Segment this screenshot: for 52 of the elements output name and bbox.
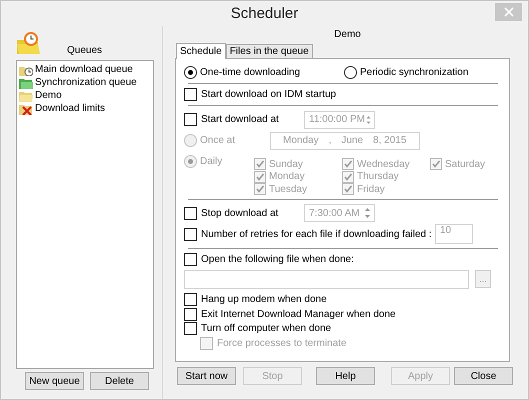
panel-heading: Queues: [67, 45, 102, 56]
checkbox[interactable]: [184, 252, 197, 266]
checkbox[interactable]: [184, 88, 197, 101]
checkbox-label: Open the following file when done:: [201, 254, 354, 264]
cross-icon: [19, 102, 33, 114]
folder-icon: [19, 76, 33, 88]
queue-item[interactable]: Main download queue: [35, 64, 133, 75]
checkbox-label: Friday: [357, 184, 385, 195]
button[interactable]: Start now: [177, 367, 236, 385]
checkbox-label: Start download on IDM startup: [201, 89, 336, 100]
file-path-field[interactable]: [184, 270, 469, 288]
button[interactable]: Help: [316, 367, 375, 385]
checkbox[interactable]: [184, 113, 197, 126]
button[interactable]: New queue: [25, 372, 84, 390]
checkbox[interactable]: [184, 206, 197, 220]
checkbox-label: Wednesday: [357, 158, 410, 170]
queue-item[interactable]: Synchronization queue: [35, 77, 137, 88]
folder-clock-icon: [16, 30, 42, 56]
close-icon: [504, 7, 514, 17]
checkbox-label: Hang up modem when done: [201, 294, 327, 306]
button[interactable]: Delete: [90, 372, 149, 390]
queue-item[interactable]: Demo: [35, 90, 62, 101]
close-button[interactable]: [495, 3, 522, 21]
checkbox-label: Tuesday: [269, 184, 307, 195]
checkbox[interactable]: [184, 322, 197, 336]
checkbox-label: Turn off computer when done: [201, 323, 332, 334]
button[interactable]: Close: [454, 367, 513, 385]
radio-label: Daily: [200, 156, 222, 167]
checkbox-label: Start download at: [201, 114, 279, 125]
queue-item[interactable]: Download limits: [35, 103, 106, 114]
checkbox-label: Stop download at: [201, 208, 278, 218]
spin-arrows-icon[interactable]: [363, 206, 372, 220]
checkbox-label: Exit Internet Download Manager when done: [201, 308, 396, 320]
window-title: Scheduler: [230, 5, 298, 22]
radio-button[interactable]: [184, 66, 197, 79]
checkbox[interactable]: [184, 228, 197, 240]
checkbox-label: Force processes to terminate: [217, 338, 346, 349]
radio-label: Periodic synchronization: [360, 67, 468, 78]
checkbox[interactable]: [184, 308, 197, 321]
checkbox-label: Thursday: [357, 171, 399, 182]
radio-label: One-time downloading: [200, 67, 300, 78]
checkbox[interactable]: [184, 293, 197, 306]
checkbox-label: Monday: [269, 171, 305, 182]
tab[interactable]: Files in the queue: [226, 44, 313, 58]
radio-button[interactable]: [344, 66, 357, 79]
folder-icon: [19, 90, 33, 102]
tab[interactable]: Schedule: [176, 43, 226, 59]
radio-label: Once at: [200, 135, 236, 146]
queue-title: Demo: [334, 29, 361, 40]
checkbox-label: Sunday: [269, 158, 303, 170]
checkbox-label: Number of retries for each file if downloading failed :: [201, 228, 432, 240]
checkbox-label: Saturday: [445, 158, 486, 170]
